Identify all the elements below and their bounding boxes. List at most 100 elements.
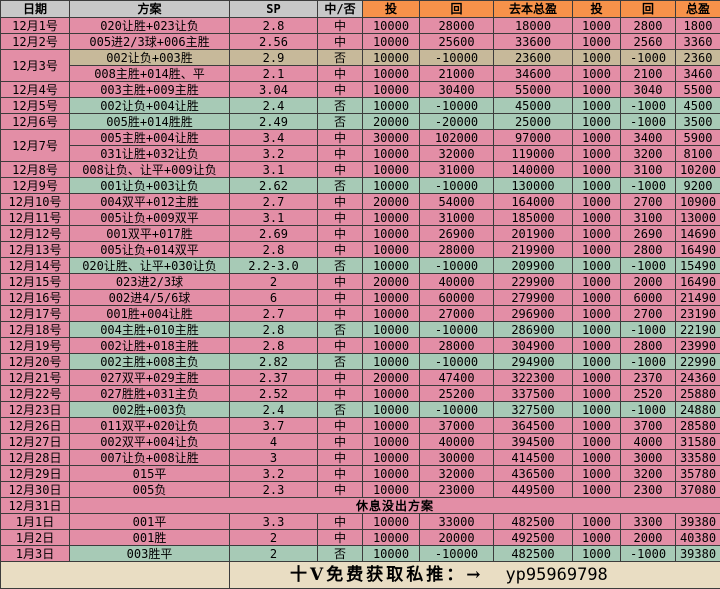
stake-2-cell: 1000 bbox=[573, 162, 621, 178]
return-2-cell: 3000 bbox=[621, 450, 676, 466]
table-row: 12月18号004主胜+010主胜2.8否10000-1000028690010… bbox=[1, 322, 720, 338]
date-cell: 12月8号 bbox=[1, 162, 70, 178]
stake-2-cell: 1000 bbox=[573, 450, 621, 466]
plan-cell: 001胜+004让胜 bbox=[70, 306, 230, 322]
stake-cell: 10000 bbox=[363, 226, 420, 242]
date-cell: 12月13号 bbox=[1, 242, 70, 258]
stake-cell: 20000 bbox=[363, 114, 420, 130]
sp-cell: 3.4 bbox=[230, 130, 318, 146]
table-row: 12月4号003主胜+009主胜3.04中1000030400550001000… bbox=[1, 82, 720, 98]
stake-cell: 10000 bbox=[363, 322, 420, 338]
date-cell: 1月2日 bbox=[1, 530, 70, 546]
total-profit-cell: 23990 bbox=[676, 338, 720, 354]
net-total-cell: 140000 bbox=[494, 162, 573, 178]
total-profit-cell: 9200 bbox=[676, 178, 720, 194]
date-cell: 12月7号 bbox=[1, 130, 70, 162]
stake-2-cell: 1000 bbox=[573, 146, 621, 162]
stake-2-cell: 1000 bbox=[573, 402, 621, 418]
table-row: 12月9号001让负+003让负2.62否10000-1000013000010… bbox=[1, 178, 720, 194]
net-total-cell: 130000 bbox=[494, 178, 573, 194]
return-cell: 60000 bbox=[420, 290, 494, 306]
return-2-cell: 2560 bbox=[621, 34, 676, 50]
net-total-cell: 119000 bbox=[494, 146, 573, 162]
sp-cell: 2.7 bbox=[230, 194, 318, 210]
stake-cell: 10000 bbox=[363, 258, 420, 274]
date-cell: 12月29日 bbox=[1, 466, 70, 482]
net-total-cell: 229900 bbox=[494, 274, 573, 290]
date-cell: 12月11号 bbox=[1, 210, 70, 226]
plan-cell: 001让负+003让负 bbox=[70, 178, 230, 194]
hit-cell: 中 bbox=[318, 146, 363, 162]
date-cell: 12月26日 bbox=[1, 418, 70, 434]
stake-2-cell: 1000 bbox=[573, 130, 621, 146]
return-2-cell: 2690 bbox=[621, 226, 676, 242]
return-cell: -10000 bbox=[420, 546, 494, 562]
col-header-total-profit: 总盈 bbox=[676, 1, 720, 18]
plan-cell: 001胜 bbox=[70, 530, 230, 546]
return-2-cell: 6000 bbox=[621, 290, 676, 306]
total-profit-cell: 23190 bbox=[676, 306, 720, 322]
total-profit-cell: 25880 bbox=[676, 386, 720, 402]
sp-cell: 3.04 bbox=[230, 82, 318, 98]
stake-cell: 10000 bbox=[363, 354, 420, 370]
plan-cell: 003胜平 bbox=[70, 546, 230, 562]
return-2-cell: 2520 bbox=[621, 386, 676, 402]
return-cell: 32000 bbox=[420, 146, 494, 162]
return-2-cell: 2100 bbox=[621, 66, 676, 82]
footer-blank bbox=[1, 562, 230, 589]
return-2-cell: -1000 bbox=[621, 258, 676, 274]
stake-2-cell: 1000 bbox=[573, 434, 621, 450]
date-cell: 12月15号 bbox=[1, 274, 70, 290]
plan-cell: 020让胜、让平+030让负 bbox=[70, 258, 230, 274]
stake-2-cell: 1000 bbox=[573, 34, 621, 50]
plan-cell: 007让负+008让胜 bbox=[70, 450, 230, 466]
return-cell: 40000 bbox=[420, 434, 494, 450]
table-row: 12月28日007让负+008让胜3中100003000041450010003… bbox=[1, 450, 720, 466]
net-total-cell: 322300 bbox=[494, 370, 573, 386]
betting-results-table: 日期 方案 SP 中/否 投 回 去本总盈 投 回 总盈 12月1号020让胜+… bbox=[0, 0, 720, 589]
plan-cell: 005让负+009双平 bbox=[70, 210, 230, 226]
return-cell: 37000 bbox=[420, 418, 494, 434]
stake-cell: 20000 bbox=[363, 274, 420, 290]
stake-cell: 20000 bbox=[363, 194, 420, 210]
total-profit-cell: 16490 bbox=[676, 242, 720, 258]
hit-cell: 中 bbox=[318, 338, 363, 354]
total-profit-cell: 24880 bbox=[676, 402, 720, 418]
return-cell: 33000 bbox=[420, 514, 494, 530]
return-2-cell: 2700 bbox=[621, 194, 676, 210]
return-2-cell: -1000 bbox=[621, 354, 676, 370]
table-row: 12月17号001胜+004让胜2.7中10000270002969001000… bbox=[1, 306, 720, 322]
hit-cell: 中 bbox=[318, 386, 363, 402]
footer-contact-code: yp95969798 bbox=[505, 565, 607, 585]
total-profit-cell: 14690 bbox=[676, 226, 720, 242]
net-total-cell: 286900 bbox=[494, 322, 573, 338]
return-2-cell: 2000 bbox=[621, 530, 676, 546]
total-profit-cell: 3500 bbox=[676, 114, 720, 130]
total-profit-cell: 1800 bbox=[676, 18, 720, 34]
sp-cell: 2.49 bbox=[230, 114, 318, 130]
return-cell: -10000 bbox=[420, 178, 494, 194]
net-total-cell: 394500 bbox=[494, 434, 573, 450]
date-cell: 12月9号 bbox=[1, 178, 70, 194]
hit-cell: 否 bbox=[318, 178, 363, 194]
return-2-cell: 3200 bbox=[621, 146, 676, 162]
hit-cell: 中 bbox=[318, 370, 363, 386]
stake-cell: 10000 bbox=[363, 50, 420, 66]
net-total-cell: 164000 bbox=[494, 194, 573, 210]
plan-cell: 008主胜+014胜、平 bbox=[70, 66, 230, 82]
sp-cell: 3.2 bbox=[230, 466, 318, 482]
stake-2-cell: 1000 bbox=[573, 370, 621, 386]
sp-cell: 2.8 bbox=[230, 242, 318, 258]
stake-2-cell: 1000 bbox=[573, 18, 621, 34]
table-row: 12月5号002让负+004让胜2.4否10000-10000450001000… bbox=[1, 98, 720, 114]
return-2-cell: 3040 bbox=[621, 82, 676, 98]
sp-cell: 6 bbox=[230, 290, 318, 306]
return-cell: 47400 bbox=[420, 370, 494, 386]
table-row: 12月15号023进2/3球2中200004000022990010002000… bbox=[1, 274, 720, 290]
hit-cell: 中 bbox=[318, 18, 363, 34]
total-profit-cell: 4500 bbox=[676, 98, 720, 114]
sp-cell: 2.82 bbox=[230, 354, 318, 370]
hit-cell: 否 bbox=[318, 402, 363, 418]
return-2-cell: -1000 bbox=[621, 546, 676, 562]
table-row: 12月31日休息没出方案 bbox=[1, 498, 720, 514]
